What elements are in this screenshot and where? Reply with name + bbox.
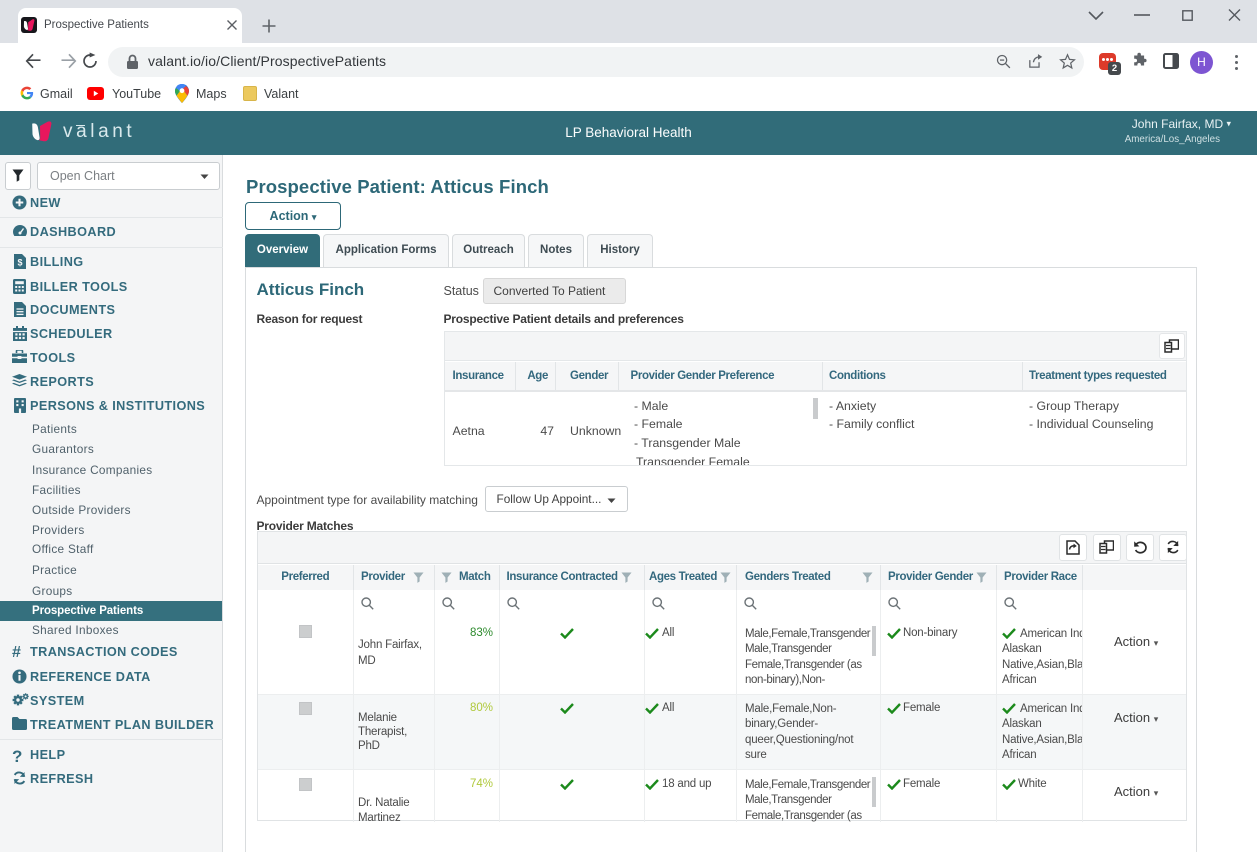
svg-text:$: $ <box>17 258 22 268</box>
